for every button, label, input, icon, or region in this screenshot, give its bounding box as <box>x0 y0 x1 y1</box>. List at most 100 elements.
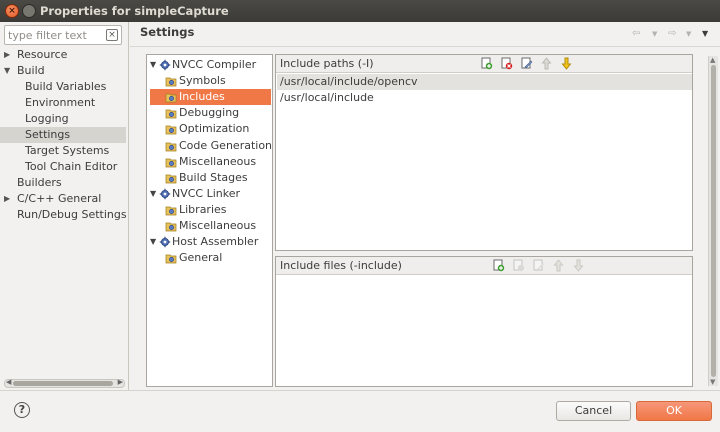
edit-icon[interactable] <box>520 57 533 70</box>
tool-tree-item-build-stages[interactable]: Build Stages <box>150 170 271 186</box>
scrollbar-thumb[interactable] <box>13 381 113 386</box>
nav-item-logging[interactable]: Logging <box>0 111 126 127</box>
delete-icon[interactable] <box>500 57 513 70</box>
scroll-down-icon[interactable]: ▼ <box>710 378 715 386</box>
scroll-up-icon[interactable]: ▲ <box>710 56 715 64</box>
menu-dropdown-icon[interactable]: ▼ <box>702 29 708 38</box>
nav-item-label: Builders <box>17 176 62 189</box>
tool-tree-label: Host Assembler <box>172 235 259 249</box>
tool-tree-label: NVCC Compiler <box>172 58 257 71</box>
collapse-arrow-icon[interactable]: ▼ <box>150 234 156 250</box>
header-divider <box>130 46 720 47</box>
include-paths-panel: Include paths (-I) /usr/local/include/op… <box>275 54 693 251</box>
property-pages-panel: × ▶ Resource ▼ Build Build Variables Environm… <box>0 22 129 390</box>
nav-item-environment[interactable]: Environment <box>0 95 126 111</box>
nav-item-label: C/C++ General <box>17 192 102 205</box>
tool-tree-label: Code Generation <box>179 138 273 152</box>
tool-gear-icon <box>159 236 171 248</box>
move-up-icon[interactable] <box>552 259 565 272</box>
dialog-button-bar: ? Cancel OK <box>0 390 720 432</box>
scroll-right-icon[interactable]: ▶ <box>118 378 123 386</box>
include-paths-header: Include paths (-I) <box>276 55 692 73</box>
horizontal-scrollbar[interactable]: ◀ ▶ <box>4 378 125 388</box>
tool-tree-label: Includes <box>179 90 225 104</box>
nav-item-target-systems[interactable]: Target Systems <box>0 143 126 159</box>
nav-item-build-variables[interactable]: Build Variables <box>0 79 126 95</box>
vertical-scrollbar[interactable]: ▲ ▼ <box>708 56 718 386</box>
expand-arrow-icon[interactable]: ▶ <box>4 47 10 63</box>
page-title: Settings <box>140 25 195 39</box>
clear-filter-icon[interactable]: × <box>106 29 118 41</box>
scroll-left-icon[interactable]: ◀ <box>6 378 11 386</box>
nav-item-label: Settings <box>25 128 71 141</box>
collapse-arrow-icon[interactable]: ▼ <box>150 186 156 202</box>
setting-icon <box>165 107 177 119</box>
move-down-icon[interactable] <box>572 259 585 272</box>
tool-tree-label: Libraries <box>179 202 227 216</box>
tool-tree-item-optimization[interactable]: Optimization <box>150 121 271 137</box>
scrollbar-thumb[interactable] <box>711 65 716 377</box>
include-files-header: Include files (-include) <box>276 257 692 275</box>
collapse-arrow-icon[interactable]: ▼ <box>4 63 10 79</box>
include-path-row[interactable]: /usr/local/include/opencv <box>277 74 692 90</box>
nav-item-label: Run/Debug Settings <box>17 208 127 221</box>
help-icon[interactable]: ? <box>14 402 30 418</box>
include-paths-title: Include paths (-I) <box>280 57 374 70</box>
expand-arrow-icon[interactable]: ▶ <box>4 191 10 207</box>
nav-item-label: Logging <box>25 112 69 125</box>
tool-tree-item-libraries[interactable]: Libraries <box>150 202 271 218</box>
tool-tree-label: Optimization <box>179 122 250 136</box>
tool-tree-label: Build Stages <box>179 170 248 184</box>
tool-tree-item-nvcc-compiler[interactable]: ▼ NVCC Compiler <box>148 57 271 73</box>
forward-dropdown-icon[interactable]: ▼ <box>686 30 691 38</box>
nav-item-label: Build Variables <box>25 80 107 93</box>
add-icon[interactable] <box>492 259 505 272</box>
delete-icon[interactable] <box>512 259 525 272</box>
nav-item-builders[interactable]: Builders <box>0 175 126 191</box>
tool-tree-item-code-generation[interactable]: Code Generation <box>150 138 273 154</box>
title-bar: × Properties for simpleCapture <box>0 0 720 22</box>
ok-button[interactable]: OK <box>636 401 712 421</box>
nav-item-c-c-general[interactable]: ▶ C/C++ General <box>0 191 126 207</box>
tool-tree-item-host-assembler[interactable]: ▼ Host Assembler <box>148 234 271 250</box>
cancel-button[interactable]: Cancel <box>556 401 631 421</box>
nav-item-label: Environment <box>25 96 96 109</box>
add-icon[interactable] <box>480 57 493 70</box>
minimize-window-button[interactable] <box>22 4 36 18</box>
nav-item-label: Resource <box>17 48 68 61</box>
include-path-row[interactable]: /usr/local/include <box>277 90 692 106</box>
back-dropdown-icon[interactable]: ▼ <box>652 30 657 38</box>
nav-item-label: Target Systems <box>25 144 110 157</box>
setting-icon <box>165 204 177 216</box>
property-pages-tree: ▶ Resource ▼ Build Build Variables Environmen… <box>0 47 127 223</box>
tool-settings-tree: ▼ NVCC Compiler Symbols Includes Debugging Op… <box>146 54 273 387</box>
nav-item-label: Build <box>17 64 45 77</box>
filter-input[interactable] <box>8 27 104 43</box>
nav-item-build[interactable]: ▼ Build <box>0 63 126 79</box>
tool-tree-item-includes[interactable]: Includes <box>150 89 271 106</box>
collapse-arrow-icon[interactable]: ▼ <box>150 57 156 73</box>
close-icon: × <box>8 6 16 16</box>
tool-tree-label: General <box>179 251 223 265</box>
nav-item-settings[interactable]: Settings <box>0 127 126 143</box>
nav-item-resource[interactable]: ▶ Resource <box>0 47 126 63</box>
tool-tree-item-general[interactable]: General <box>150 250 271 266</box>
back-arrow-icon[interactable]: ⇦ <box>632 28 640 39</box>
setting-icon <box>165 172 177 184</box>
forward-arrow-icon[interactable]: ⇨ <box>668 28 676 39</box>
move-up-icon[interactable] <box>540 57 553 70</box>
tool-tree-item-debugging[interactable]: Debugging <box>150 105 271 121</box>
tool-tree-item-nvcc-linker[interactable]: ▼ NVCC Linker <box>148 186 271 202</box>
tool-tree-item-symbols[interactable]: Symbols <box>150 73 271 89</box>
nav-item-tool-chain-editor[interactable]: Tool Chain Editor <box>0 159 126 175</box>
move-down-icon[interactable] <box>560 57 573 70</box>
setting-icon <box>165 123 177 135</box>
close-window-button[interactable]: × <box>5 4 19 18</box>
edit-icon[interactable] <box>532 259 545 272</box>
tool-tree-item-miscellaneous[interactable]: Miscellaneous <box>150 218 271 234</box>
nav-item-run-debug-settings[interactable]: Run/Debug Settings <box>0 207 127 223</box>
tool-tree-item-miscellaneous[interactable]: Miscellaneous <box>150 154 271 170</box>
include-files-panel: Include files (-include) <box>275 256 693 387</box>
setting-icon <box>165 91 177 103</box>
tool-tree-label: Miscellaneous <box>179 154 257 168</box>
